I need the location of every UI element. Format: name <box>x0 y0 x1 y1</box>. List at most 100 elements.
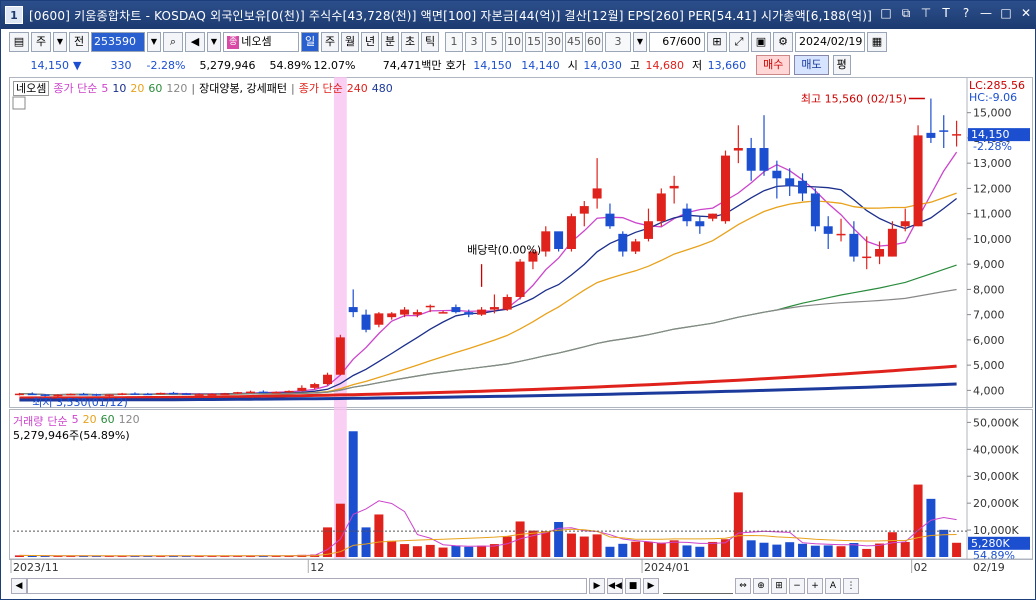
candle-body[interactable] <box>477 309 487 315</box>
candle-body[interactable] <box>708 213 718 219</box>
volume-bar[interactable] <box>926 498 936 557</box>
candle-body[interactable] <box>310 384 320 388</box>
candle-body[interactable] <box>66 393 76 396</box>
volume-bar[interactable] <box>913 484 923 557</box>
maximize-icon[interactable]: □ <box>999 5 1013 21</box>
candle-body[interactable] <box>502 296 512 310</box>
interval-3[interactable]: 3 <box>465 32 483 52</box>
candle-body[interactable] <box>541 231 551 252</box>
candle-body[interactable] <box>515 261 525 297</box>
interval-1[interactable]: 1 <box>445 32 463 52</box>
search-icon[interactable]: ⌕ <box>163 32 183 52</box>
period-week[interactable]: 주 <box>321 32 339 52</box>
candle-body[interactable] <box>721 155 730 222</box>
zoom-in-icon[interactable]: + <box>807 578 823 594</box>
interval-10[interactable]: 10 <box>505 32 523 52</box>
volume-bar[interactable] <box>900 541 910 557</box>
candle-body[interactable] <box>233 392 243 394</box>
prev-button[interactable]: 전 <box>69 32 89 52</box>
candle-body[interactable] <box>643 221 653 239</box>
chart-canvas[interactable]: 15,00014,00013,00012,00011,00010,0009,00… <box>9 77 1033 577</box>
candle-body[interactable] <box>772 170 782 179</box>
legend-ma-120[interactable]: 120 <box>166 82 187 95</box>
legend-ma-480[interactable]: 480 <box>372 82 393 95</box>
volume-bar[interactable] <box>464 546 474 557</box>
volume-bar[interactable] <box>618 543 628 557</box>
volume-bar[interactable] <box>451 545 461 557</box>
volume-bar[interactable] <box>952 542 962 557</box>
candle-body[interactable] <box>579 206 589 214</box>
volume-bar[interactable] <box>682 545 692 557</box>
grid-toggle-icon[interactable] <box>12 96 26 110</box>
volume-bar[interactable] <box>939 529 949 557</box>
volume-bar[interactable] <box>695 546 705 557</box>
candle-body[interactable] <box>297 387 307 391</box>
volume-bar[interactable] <box>643 541 653 557</box>
volume-bar[interactable] <box>361 527 371 557</box>
volume-bar[interactable] <box>566 533 576 557</box>
candle-body[interactable] <box>207 393 217 396</box>
stock-name-field[interactable]: 종 네오셈 <box>223 32 299 52</box>
speaker-icon[interactable]: ◀ <box>185 32 205 52</box>
zoom-out-icon[interactable]: − <box>789 578 805 594</box>
candle-body[interactable] <box>746 148 756 171</box>
volume-bar[interactable] <box>400 544 410 557</box>
legend-ma-label[interactable]: 종가 단순 <box>53 80 97 96</box>
candle-body[interactable] <box>27 393 37 396</box>
candle-body[interactable] <box>464 312 474 315</box>
legend-ma-60[interactable]: 60 <box>148 82 162 95</box>
candle-body[interactable] <box>887 228 897 257</box>
candle-body[interactable] <box>682 208 692 222</box>
candle-body[interactable] <box>656 193 666 222</box>
date-input[interactable]: 2024/02/19 <box>795 32 865 52</box>
legend-pattern[interactable]: 장대양봉, 강세패턴 <box>199 80 287 96</box>
candle-body[interactable] <box>79 393 89 396</box>
candle-body[interactable] <box>117 393 127 395</box>
candle-body[interactable] <box>605 213 615 227</box>
volume-bar[interactable] <box>541 531 551 557</box>
rewind-icon[interactable]: ◀◀ <box>607 578 623 594</box>
volume-bar[interactable] <box>785 542 795 557</box>
interval-30[interactable]: 30 <box>545 32 563 52</box>
volume-bar[interactable] <box>374 514 384 557</box>
layout-menu-icon[interactable]: ▤ <box>9 32 29 52</box>
volume-bar[interactable] <box>759 542 769 557</box>
interval-dropdown-icon[interactable]: ▼ <box>633 32 647 52</box>
font-icon[interactable]: T <box>939 5 953 21</box>
volume-bar[interactable] <box>733 492 743 557</box>
volume-bar[interactable] <box>862 548 872 557</box>
pin-icon[interactable]: ⊤ <box>919 5 933 21</box>
candle-body[interactable] <box>631 241 641 252</box>
restore-layout-icon[interactable]: ⧉ <box>899 5 913 21</box>
sell-button[interactable]: 매도 <box>794 55 829 75</box>
candle-body[interactable] <box>926 132 936 138</box>
close-icon[interactable]: ✕ <box>1019 5 1033 21</box>
save-icon[interactable]: ▣ <box>751 32 771 52</box>
candle-body[interactable] <box>566 216 576 249</box>
candle-body[interactable] <box>438 312 448 314</box>
count-field[interactable]: 67/600 <box>649 32 705 52</box>
candle-body[interactable] <box>618 233 628 252</box>
calendar-icon[interactable]: ▦ <box>867 32 887 52</box>
volume-bar[interactable] <box>746 540 756 557</box>
legend-stock[interactable]: 네오셈 <box>13 80 50 96</box>
crosshair-icon[interactable]: ⊕ <box>753 578 769 594</box>
play-icon[interactable]: ▶ <box>643 578 659 594</box>
volume-bar[interactable] <box>798 543 808 557</box>
candle-body[interactable] <box>156 392 166 395</box>
candle-body[interactable] <box>412 312 422 315</box>
volume-bar[interactable] <box>502 536 512 557</box>
volume-bar[interactable] <box>772 544 782 557</box>
volume-bar[interactable] <box>656 542 666 557</box>
candle-body[interactable] <box>862 256 872 259</box>
candle-body[interactable] <box>181 393 191 395</box>
interval-60[interactable]: 60 <box>585 32 603 52</box>
interval-15[interactable]: 15 <box>525 32 543 52</box>
volume-bar[interactable] <box>335 503 345 557</box>
volume-bar[interactable] <box>438 547 448 557</box>
settings-icon[interactable]: ⚙ <box>773 32 793 52</box>
candle-body[interactable] <box>823 226 833 234</box>
legend-ma-10[interactable]: 10 <box>112 82 126 95</box>
candle-body[interactable] <box>361 314 371 330</box>
zoom-slider[interactable] <box>663 578 733 594</box>
